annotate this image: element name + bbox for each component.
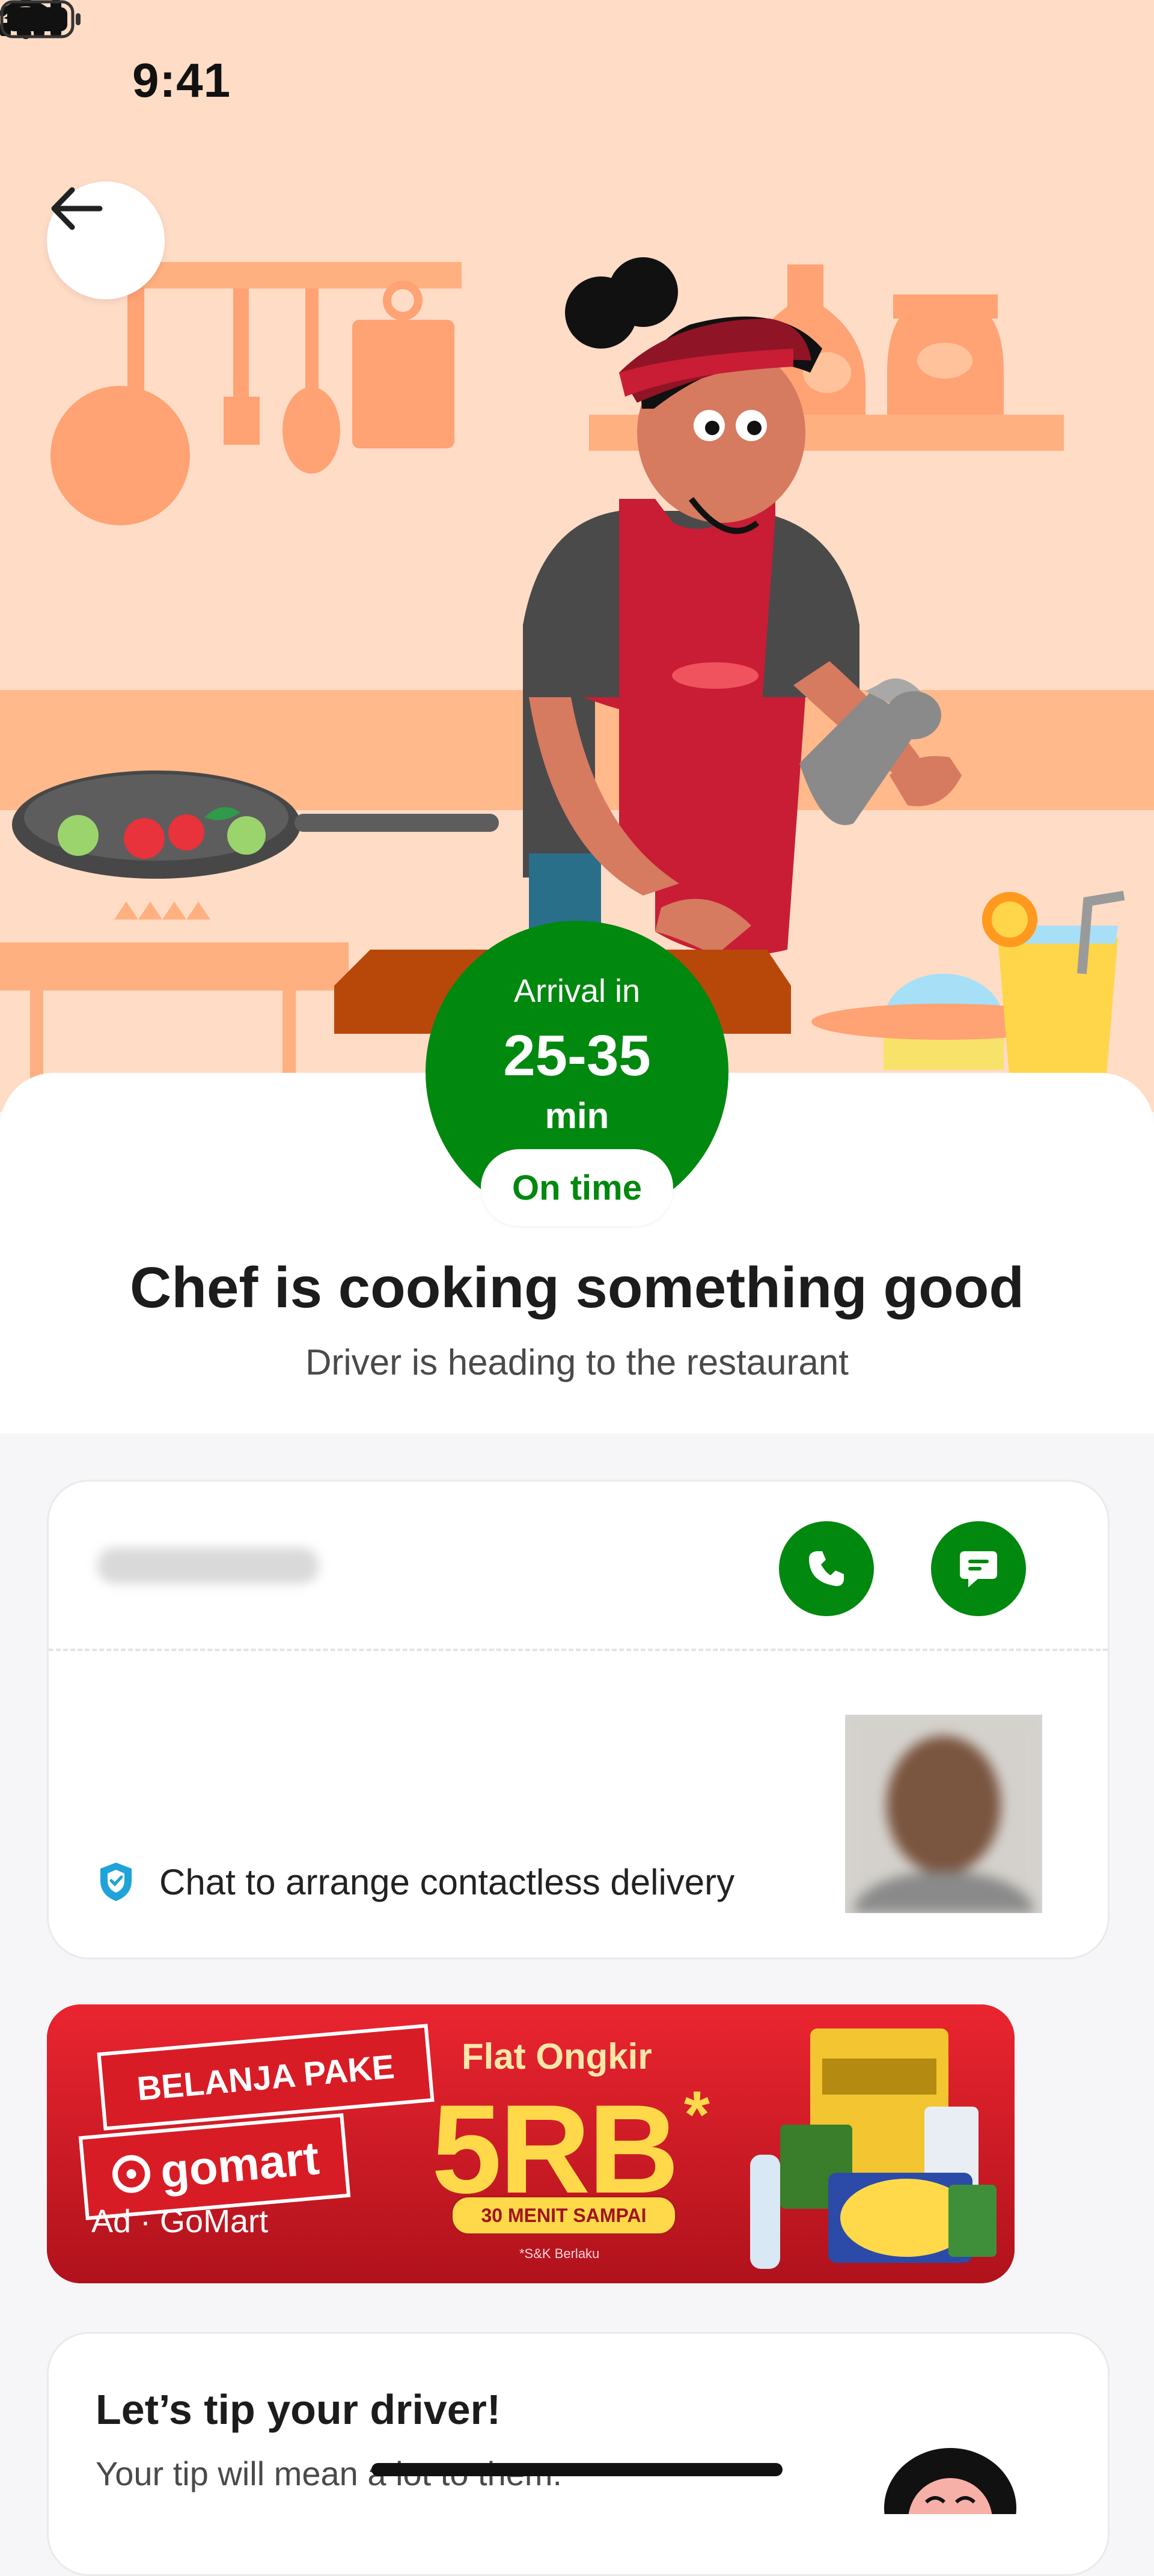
battery-icon bbox=[0, 0, 81, 38]
gomart-logo-icon bbox=[112, 2155, 150, 2193]
tip-driver-card[interactable]: Let’s tip your driver! Your tip will mea… bbox=[47, 2332, 1110, 2576]
order-subline: Driver is heading to the restaurant bbox=[305, 1342, 849, 1382]
driver-illustration bbox=[884, 2448, 1016, 2514]
ad-caption: Ad · GoMart bbox=[91, 2203, 269, 2239]
order-headline: Chef is cooking something good bbox=[130, 1256, 1024, 1320]
back-button[interactable] bbox=[47, 182, 165, 299]
chat-icon bbox=[960, 1551, 997, 1587]
call-driver-button[interactable] bbox=[779, 1521, 874, 1616]
phone-icon bbox=[809, 1551, 844, 1586]
ad-delivery-pill: 30 MENIT SAMPAI bbox=[451, 2196, 677, 2235]
gomart-ad-banner[interactable]: BELANJA PAKE gomart Ad · GoMart Flat Ong… bbox=[47, 2004, 1015, 2283]
status-time: 9:41 bbox=[132, 53, 231, 107]
status-bar: 9:41 bbox=[0, 0, 1154, 120]
arrow-left-icon bbox=[51, 187, 103, 230]
ad-headline: Flat Ongkir bbox=[462, 2036, 652, 2077]
ad-terms: *S&K Berlaku bbox=[519, 2246, 600, 2261]
home-indicator bbox=[371, 2463, 783, 2476]
contactless-text: Chat to arrange contactless delivery bbox=[159, 1861, 735, 1902]
chat-driver-button[interactable] bbox=[931, 1521, 1026, 1616]
arrival-unit: min bbox=[545, 1096, 609, 1136]
ad-asterisk: * bbox=[684, 2078, 710, 2152]
arrival-label: Arrival in bbox=[513, 973, 641, 1009]
ad-brand-name: gomart bbox=[158, 2131, 322, 2198]
driver-name-redacted bbox=[97, 1548, 319, 1584]
tip-title: Let’s tip your driver! bbox=[96, 2386, 501, 2433]
driver-card: Chat to arrange contactless delivery bbox=[47, 1480, 1110, 1959]
on-time-badge: On time bbox=[481, 1149, 673, 1226]
driver-avatar bbox=[845, 1715, 1042, 1913]
card-divider bbox=[49, 1649, 1108, 1651]
shield-icon bbox=[100, 1863, 132, 1901]
contactless-note: Chat to arrange contactless delivery bbox=[97, 1860, 734, 1903]
arrival-time: 25-35 bbox=[503, 1024, 651, 1088]
